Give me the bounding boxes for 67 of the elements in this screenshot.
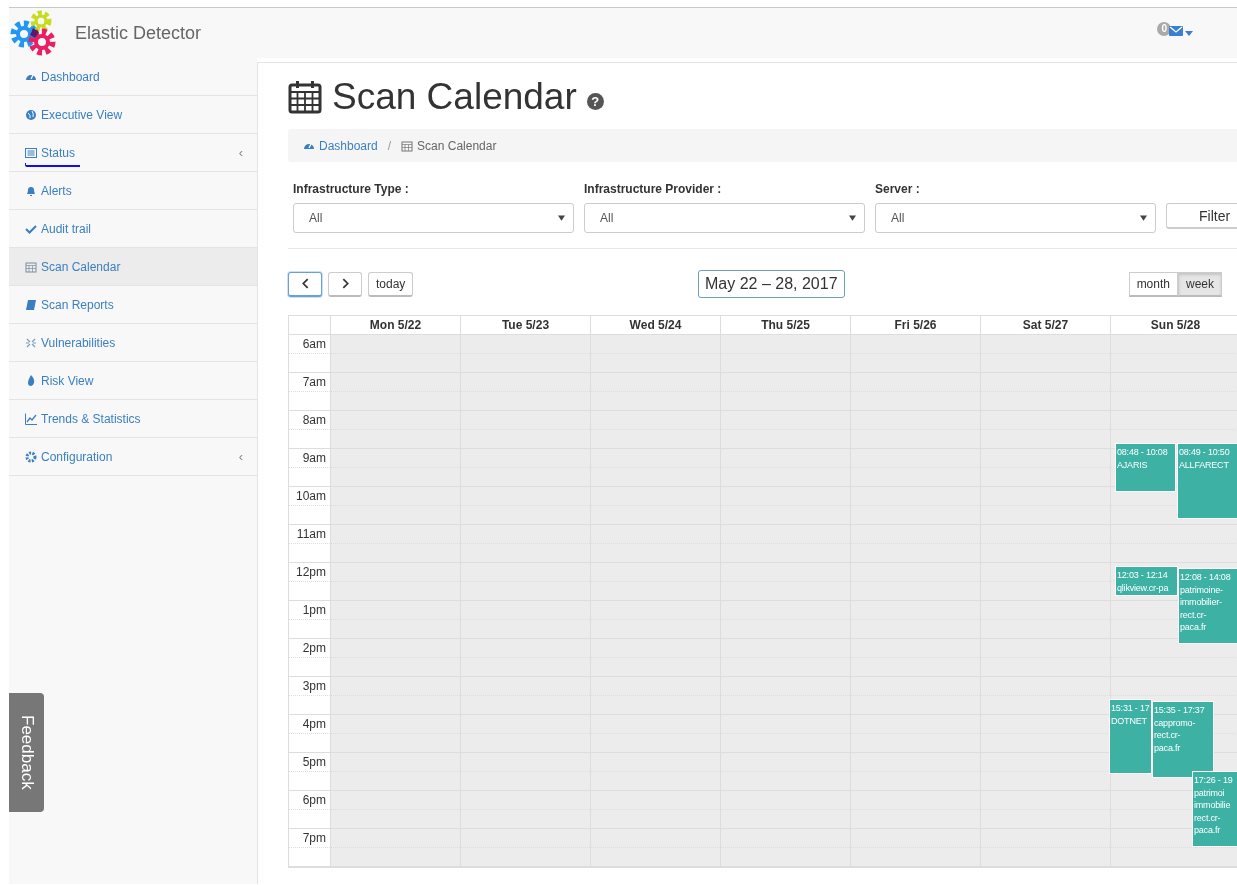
time-label: 7pm [302,831,326,845]
check-icon [25,222,37,235]
day-header: Thu 5/25 [761,318,810,332]
help-icon[interactable]: ? [586,92,604,110]
calendar-event[interactable]: 15:31 - 17 DOTNET [1109,699,1152,774]
view-tab[interactable]: month [1128,271,1178,297]
date-range-title: May 22 – 28, 2017 [698,270,845,298]
time-label: 3pm [302,679,326,693]
time-label: 5pm [302,755,326,769]
time-label: 7am [302,375,326,389]
breadcrumb-link[interactable]: Dashboard [319,138,378,153]
sidebar-item[interactable]: Status ‹ [9,134,257,172]
envelope-icon[interactable] [1169,26,1183,36]
time-label: 6pm [302,793,326,807]
caret-icon[interactable] [1185,31,1193,36]
view-tab[interactable]: week [1178,271,1222,297]
time-label: 4pm [302,717,326,731]
globe-icon [25,108,37,121]
filter-label: Infrastructure Provider : [584,182,723,196]
time-label: 1pm [302,603,326,617]
caret-icon [1140,215,1147,221]
time-label: 12pm [295,565,326,579]
calendar-icon [25,260,37,273]
feedback-tab[interactable]: Feedback [9,693,44,812]
page-title: Scan Calendar [332,76,577,118]
time-label: 9am [302,451,326,465]
time-label: 6am [302,337,326,351]
calendar-event[interactable]: 08:49 - 10:50 ALLFARECT [1177,443,1237,519]
sidebar-item[interactable]: Scan Calendar [9,248,257,286]
calendar-event[interactable]: 08:48 - 10:08 AJARIS [1115,443,1176,492]
calendar-event[interactable]: 17:26 - 19 patrimoi immobilie rect.cr- paca.fr [1192,771,1237,847]
caret-icon [558,215,565,221]
day-header: Fri 5/26 [894,318,937,332]
calendar-icon [288,80,322,114]
breadcrumb-separator: / [387,138,392,153]
day-header: Wed 5/24 [629,318,682,332]
filter-label: Infrastructure Type : [293,182,410,196]
day-header: Tue 5/23 [501,318,550,332]
dropdown[interactable]: All [293,203,574,233]
day-header: Sun 5/28 [1150,318,1201,332]
list-icon [25,146,37,159]
time-label: 8am [302,413,326,427]
caret-icon [849,215,856,221]
time-label: 11am [296,527,326,541]
previous-button[interactable] [288,271,322,297]
chevron-right-icon [341,278,349,289]
book-icon [25,298,37,311]
breadcrumb-current: Scan Calendar [417,138,497,153]
gear-icon [25,450,37,463]
chart-icon [25,412,37,425]
bell-icon [25,184,37,197]
calendar-icon [401,139,414,152]
dropdown[interactable]: All [584,203,865,233]
filter-button[interactable]: Filter [1166,203,1237,229]
calendar-event[interactable]: 12:03 - 12:14 qlikview.cr-pa [1115,566,1178,596]
app-title: Elastic Detector [75,22,202,44]
chevron-left-icon [301,278,309,289]
today-button[interactable]: today [368,271,414,297]
next-button[interactable] [328,271,362,297]
calendar-event[interactable]: 15:35 - 17:37 cappromo- rect.cr- paca.fr [1152,701,1214,778]
filter-label: Server : [875,182,921,196]
day-header: Sat 5/27 [1022,318,1069,332]
calendar-event[interactable]: 12:08 - 14:08 patrimoine- immobilier- rect.cr- paca.fr [1178,568,1237,644]
day-header: Mon 5/22 [369,318,422,332]
time-label: 10am [295,489,326,503]
time-label: 2pm [302,641,326,655]
dropdown[interactable]: All [875,203,1156,233]
